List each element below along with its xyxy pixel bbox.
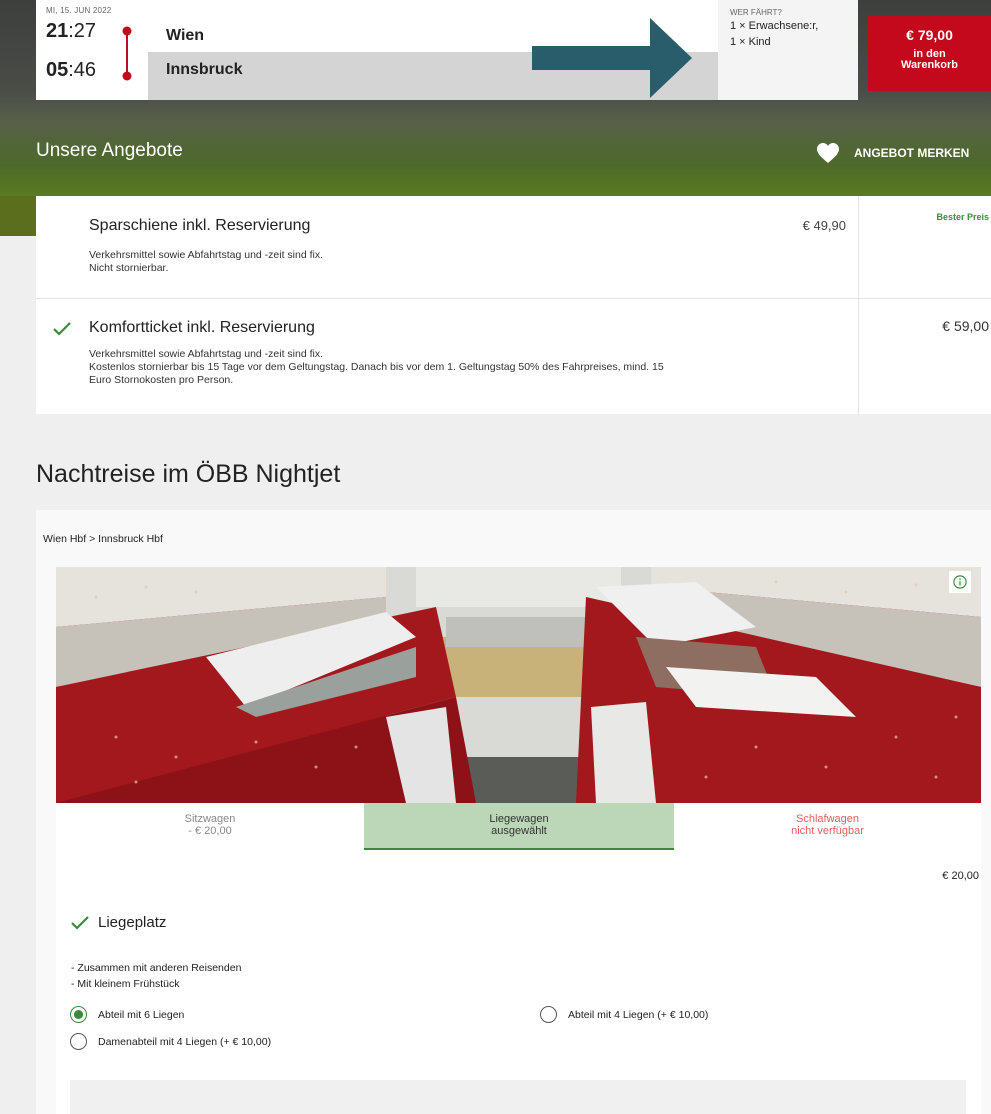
cart-price: € 79,00: [906, 27, 953, 43]
radio-selected[interactable]: [70, 1006, 87, 1023]
check-icon: [71, 915, 89, 930]
passengers-label: WER FÄHRT?: [730, 8, 782, 17]
save-offer-label: ANGEBOT MERKEN: [854, 146, 970, 160]
route-line-icon: [122, 26, 132, 81]
hero-side-strip: [0, 196, 36, 236]
check-icon: [53, 322, 71, 336]
option-4-berth[interactable]: Abteil mit 4 Liegen (+ € 10,00): [540, 1006, 708, 1023]
trip-summary: MI, 15. JUN 2022 21:27 05:46 Wien Innsbr…: [36, 0, 718, 100]
couchette-photo: [56, 567, 981, 803]
tab-schlafwagen[interactable]: Schlafwagen nicht verfügbar: [674, 803, 981, 850]
save-offer-button[interactable]: ANGEBOT MERKEN: [816, 142, 969, 164]
offers-title: Unsere Angebote: [36, 140, 183, 161]
offer-description: Verkehrsmittel sowie Abfahrtstag und -ze…: [89, 348, 664, 386]
radio-unselected[interactable]: [70, 1033, 87, 1050]
heart-icon: [817, 143, 839, 163]
tab-liegewagen[interactable]: Liegewagen ausgewählt: [364, 803, 674, 850]
nightjet-title: Nachtreise im ÖBB Nightjet: [36, 460, 341, 488]
car-type-tabs: Sitzwagen - € 20,00 Liegewagen ausgewähl…: [56, 803, 981, 850]
route-breadcrumb: Wien Hbf > Innsbruck Hbf: [43, 533, 163, 545]
berth-title: Liegeplatz: [70, 914, 166, 931]
offer-sparschiene[interactable]: Sparschiene inkl. Reservierung Verkehrsm…: [36, 196, 991, 299]
passenger-child: 1 × Kind: [730, 36, 771, 48]
add-to-cart-button[interactable]: € 79,00 in den Warenkorb: [868, 16, 991, 91]
offers-list: Sparschiene inkl. Reservierung Verkehrsm…: [36, 196, 991, 414]
offer-name: Sparschiene inkl. Reservierung: [89, 217, 311, 234]
offer-price: € 59,00: [942, 318, 989, 334]
couchette-image: [56, 567, 981, 803]
info-icon: [953, 575, 967, 589]
price-column-divider: [858, 196, 859, 414]
tab-sitzwagen[interactable]: Sitzwagen - € 20,00: [56, 803, 364, 850]
offer-name: Komfortticket inkl. Reservierung: [89, 319, 315, 336]
nightjet-panel: Wien Hbf > Innsbruck Hbf Sitzwagen - € 2…: [36, 510, 991, 1114]
cart-label: in den Warenkorb: [900, 48, 959, 71]
radio-unselected[interactable]: [540, 1006, 557, 1023]
passenger-adult: 1 × Erwachsene:r,: [730, 20, 819, 32]
option-6-berth[interactable]: Abteil mit 6 Liegen: [70, 1006, 184, 1023]
option-ladies-4-berth[interactable]: Damenabteil mit 4 Liegen (+ € 10,00): [70, 1033, 271, 1050]
offer-price: € 49,90: [802, 218, 846, 233]
berth-price: € 20,00: [942, 870, 979, 882]
passengers-box[interactable]: WER FÄHRT? 1 × Erwachsene:r, 1 × Kind: [718, 0, 858, 100]
berth-feature: - Mit kleinem Frühstück: [71, 978, 180, 990]
arrival-time: 05:46: [46, 59, 97, 81]
berth-detail: € 20,00 Liegeplatz - Zusammen mit andere…: [56, 850, 981, 1114]
arrow-right-icon: [532, 18, 692, 98]
offer-komfortticket[interactable]: Komfortticket inkl. Reservierung Verkehr…: [36, 299, 991, 414]
info-button[interactable]: [949, 571, 971, 593]
next-section-bar: [70, 1080, 966, 1114]
trip-date: MI, 15. JUN 2022: [46, 6, 112, 15]
best-price-badge: Bester Preis: [936, 212, 989, 222]
departure-time: 21:27: [46, 20, 97, 42]
berth-feature: - Zusammen mit anderen Reisenden: [71, 962, 242, 974]
offer-description: Verkehrsmittel sowie Abfahrtstag und -ze…: [89, 249, 324, 274]
